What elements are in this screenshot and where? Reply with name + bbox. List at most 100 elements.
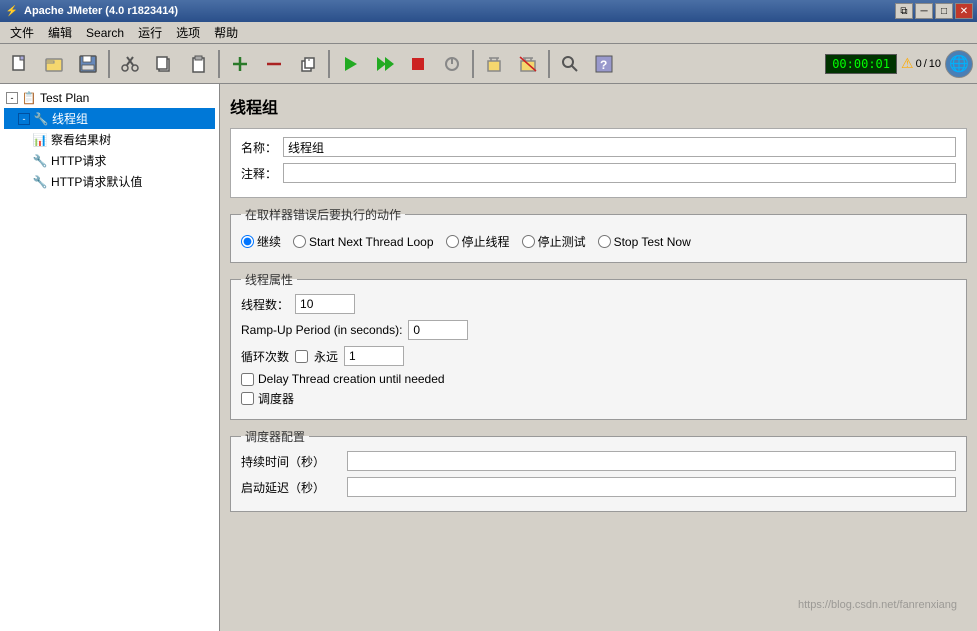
radio-stopnow-input[interactable] <box>598 235 611 248</box>
duration-label: 持续时间（秒） <box>241 453 341 470</box>
start-button[interactable] <box>334 48 366 80</box>
scheduler-config-section: 调度器配置 持续时间（秒） 启动延迟（秒） <box>230 428 967 512</box>
warning-icon: ⚠ <box>901 55 914 72</box>
sep5 <box>548 50 550 78</box>
menu-help[interactable]: 帮助 <box>208 23 244 43</box>
menu-edit[interactable]: 编辑 <box>42 23 78 43</box>
tree-item-httprequest[interactable]: 🔧 HTTP请求 <box>4 150 215 171</box>
comment-label: 注释： <box>241 165 277 182</box>
start-delay-label: 启动延迟（秒） <box>241 479 341 496</box>
radio-continue-input[interactable] <box>241 235 254 248</box>
svg-text:?: ? <box>600 58 607 72</box>
add-button[interactable] <box>224 48 256 80</box>
name-input[interactable] <box>283 137 956 157</box>
globe-button[interactable]: 🌐 <box>945 50 973 78</box>
toolbar-right: 00:00:01 ⚠ 0 / 10 🌐 <box>825 50 973 78</box>
error-total: 10 <box>929 58 941 70</box>
copy-button[interactable] <box>148 48 180 80</box>
toolbar: ? 00:00:01 ⚠ 0 / 10 🌐 <box>0 44 977 84</box>
sep4 <box>472 50 474 78</box>
delay-creation-checkbox[interactable] <box>241 373 254 386</box>
comment-row: 注释： <box>241 163 956 183</box>
stop-button[interactable] <box>402 48 434 80</box>
loop-count-input[interactable] <box>344 346 404 366</box>
radio-nextloop-label: Start Next Thread Loop <box>309 235 434 249</box>
error-count: 0 <box>916 58 922 70</box>
shutdown-button[interactable] <box>436 48 468 80</box>
radio-stoptest-label: 停止测试 <box>538 233 586 250</box>
rampup-label: Ramp-Up Period (in seconds): <box>241 323 402 337</box>
sep3 <box>328 50 330 78</box>
scheduler-checkbox[interactable] <box>241 392 254 405</box>
radio-stoptest-input[interactable] <box>522 235 535 248</box>
title-bar: ⚡ Apache JMeter (4.0 r1823414) ⧉ ─ □ ✕ <box>0 0 977 22</box>
menu-run[interactable]: 运行 <box>132 23 168 43</box>
thread-properties-legend: 线程属性 <box>241 271 297 288</box>
tree-toggle-threadgroup[interactable]: - <box>18 113 30 125</box>
window-controls: ⧉ ─ □ ✕ <box>895 3 973 19</box>
radio-nextloop[interactable]: Start Next Thread Loop <box>293 235 434 249</box>
content-area: 线程组 名称： 注释： 在取样器错误后要执行的动作 继续 <box>220 84 977 631</box>
thread-count-row: 线程数： <box>241 294 956 314</box>
delay-creation-label: Delay Thread creation until needed <box>258 372 445 386</box>
radio-stopnow[interactable]: Stop Test Now <box>598 235 691 249</box>
tree-item-httprequest-default[interactable]: 🔧 HTTP请求默认值 <box>4 171 215 192</box>
tree-item-testplan[interactable]: - 📋 Test Plan <box>4 88 215 108</box>
thread-count-label: 线程数： <box>241 296 289 313</box>
error-separator: / <box>924 58 927 70</box>
tree-item-resulttree[interactable]: 📊 察看结果树 <box>4 129 215 150</box>
radio-continue-label: 继续 <box>257 233 281 250</box>
radio-nextloop-input[interactable] <box>293 235 306 248</box>
radio-continue[interactable]: 继续 <box>241 233 281 250</box>
app-icon: ⚡ <box>4 3 20 19</box>
sep1 <box>108 50 110 78</box>
restore-btn[interactable]: ⧉ <box>895 3 913 19</box>
httprequest-label: HTTP请求 <box>51 152 106 169</box>
tree-toggle-testplan[interactable]: - <box>6 92 18 104</box>
start-no-pause-button[interactable] <box>368 48 400 80</box>
resulttree-icon: 📊 <box>32 132 48 148</box>
cut-button[interactable] <box>114 48 146 80</box>
main-area: - 📋 Test Plan - 🔧 线程组 📊 察看结果树 🔧 HTTP请求 🔧… <box>0 84 977 631</box>
radio-stopthread[interactable]: 停止线程 <box>446 233 510 250</box>
help-button[interactable]: ? <box>588 48 620 80</box>
scheduler-label: 调度器 <box>258 390 294 407</box>
tree-item-threadgroup[interactable]: - 🔧 线程组 <box>4 108 215 129</box>
app-title: Apache JMeter (4.0 r1823414) <box>24 5 178 17</box>
sep2 <box>218 50 220 78</box>
paste-button[interactable] <box>182 48 214 80</box>
name-row: 名称： <box>241 137 956 157</box>
forever-label: 永远 <box>314 348 338 365</box>
tree-panel: - 📋 Test Plan - 🔧 线程组 📊 察看结果树 🔧 HTTP请求 🔧… <box>0 84 220 631</box>
new-button[interactable] <box>4 48 36 80</box>
close-btn[interactable]: ✕ <box>955 3 973 19</box>
httprequest-default-icon: 🔧 <box>32 174 48 190</box>
forever-checkbox[interactable] <box>295 350 308 363</box>
duplicate-button[interactable] <box>292 48 324 80</box>
duration-row: 持续时间（秒） <box>241 451 956 471</box>
comment-input[interactable] <box>283 163 956 183</box>
rampup-input[interactable] <box>408 320 468 340</box>
menu-options[interactable]: 选项 <box>170 23 206 43</box>
radio-stoptest[interactable]: 停止测试 <box>522 233 586 250</box>
open-button[interactable] <box>38 48 70 80</box>
menu-file[interactable]: 文件 <box>4 23 40 43</box>
thread-count-input[interactable] <box>295 294 355 314</box>
search-toolbar-button[interactable] <box>554 48 586 80</box>
remove-button[interactable] <box>258 48 290 80</box>
scheduler-row: 调度器 <box>241 390 956 407</box>
start-delay-input[interactable] <box>347 477 956 497</box>
save-button[interactable] <box>72 48 104 80</box>
maximize-btn[interactable]: □ <box>935 3 953 19</box>
error-action-radio-group: 继续 Start Next Thread Loop 停止线程 停止测试 Stop… <box>241 233 956 250</box>
duration-input[interactable] <box>347 451 956 471</box>
radio-stopthread-input[interactable] <box>446 235 459 248</box>
radio-stopnow-label: Stop Test Now <box>614 235 691 249</box>
radio-stopthread-label: 停止线程 <box>462 233 510 250</box>
loop-count-label: 循环次数 <box>241 348 289 365</box>
clear-button[interactable] <box>478 48 510 80</box>
minimize-btn[interactable]: ─ <box>915 3 933 19</box>
clear-all-button[interactable] <box>512 48 544 80</box>
menu-search[interactable]: Search <box>80 23 130 43</box>
rampup-row: Ramp-Up Period (in seconds): <box>241 320 956 340</box>
